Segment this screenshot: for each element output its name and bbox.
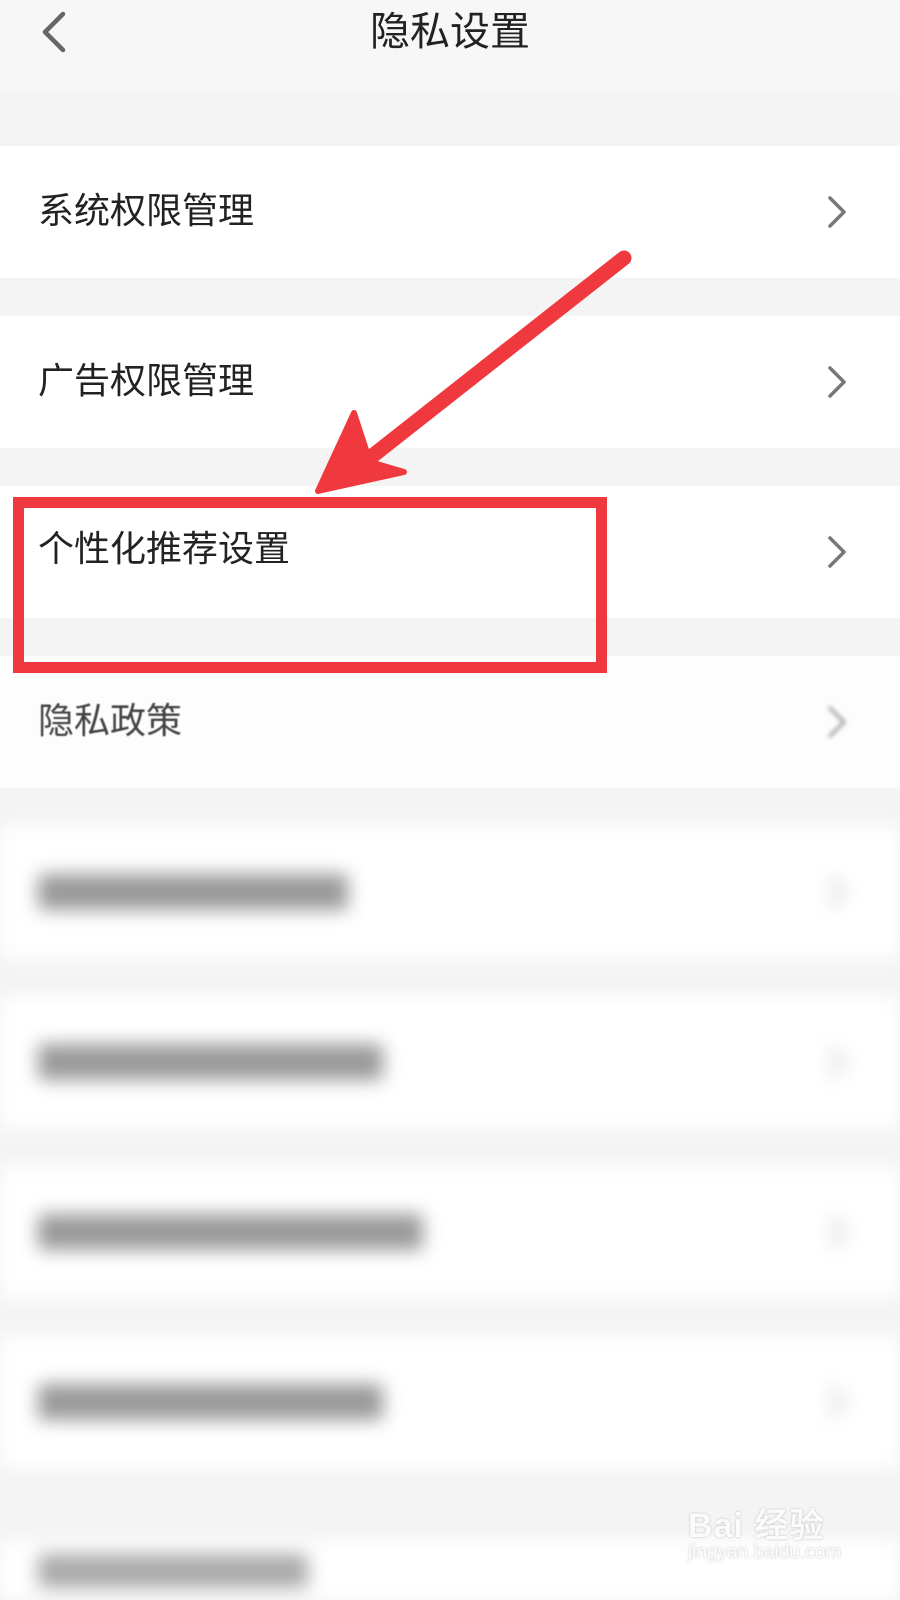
blurred-text — [38, 1044, 383, 1080]
chevron-right-icon — [828, 1216, 847, 1248]
settings-row-ad-permissions[interactable]: 广告权限管理 — [0, 316, 900, 448]
chevron-right-icon — [828, 1386, 847, 1418]
settings-row-label: 隐私政策 — [38, 701, 183, 742]
settings-row-label: 系统权限管理 — [38, 191, 255, 232]
settings-row-blurred[interactable] — [0, 996, 900, 1128]
settings-row-blurred[interactable] — [0, 1166, 900, 1298]
blurred-text — [38, 1554, 308, 1588]
top-bar: 隐私设置 — [0, 0, 900, 92]
settings-row-label: 个性化推荐设置 — [38, 529, 291, 570]
settings-row-personalized-recommendation[interactable]: 个性化推荐设置 — [0, 486, 900, 618]
chevron-right-icon — [828, 536, 846, 568]
chevron-right-icon — [828, 1046, 847, 1078]
watermark-url: jingyan.baidu.com — [688, 1542, 842, 1563]
baidu-jingyan-watermark: Bai 经验 jingyan.baidu.com — [688, 1498, 848, 1572]
blurred-text — [38, 1214, 423, 1250]
blurred-text — [38, 874, 348, 910]
settings-row-label: 广告权限管理 — [38, 361, 255, 402]
settings-row-blurred[interactable] — [0, 826, 900, 958]
chevron-right-icon — [828, 876, 847, 908]
chevron-right-icon — [828, 196, 846, 228]
settings-row-blurred[interactable] — [0, 1336, 900, 1468]
chevron-right-icon — [828, 366, 846, 398]
settings-row-system-permissions[interactable]: 系统权限管理 — [0, 146, 900, 278]
watermark-brand: Bai 经验 — [688, 1507, 825, 1545]
settings-row-privacy-policy[interactable]: 隐私政策 — [0, 656, 900, 788]
chevron-right-icon — [828, 706, 846, 738]
blurred-text — [38, 1384, 383, 1420]
page-title: 隐私设置 — [370, 9, 530, 55]
